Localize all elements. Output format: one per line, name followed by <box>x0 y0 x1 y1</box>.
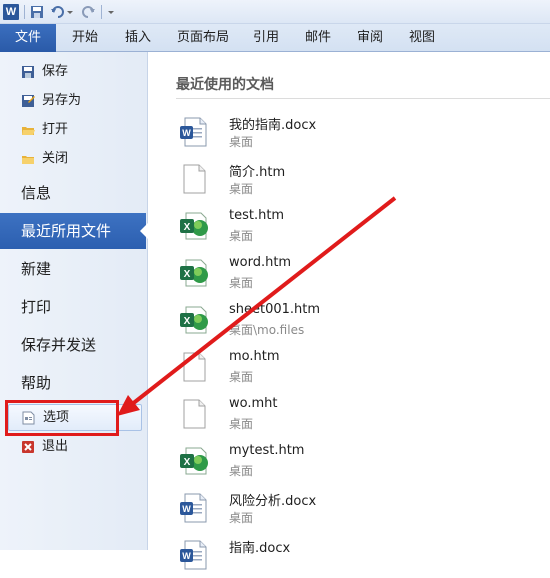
svg-text:X: X <box>184 269 191 280</box>
nav-item-label: 打开 <box>42 122 69 137</box>
recent-document-item[interactable]: Xword.htm 桌面 <box>178 249 538 296</box>
undo-icon[interactable] <box>50 4 64 20</box>
exit-icon <box>22 441 34 453</box>
document-path: 桌面 <box>229 229 254 243</box>
tab-home[interactable]: 开始 <box>72 24 98 52</box>
heading-divider <box>176 98 550 99</box>
excel-file-icon: X <box>178 257 210 289</box>
blank-file-icon <box>178 351 210 383</box>
document-path: 桌面 <box>229 135 254 149</box>
document-name: test.htm <box>229 208 285 223</box>
nav-item-label: 信息 <box>21 184 52 202</box>
close-folder-icon <box>22 156 34 164</box>
save-as-icon <box>22 95 35 107</box>
recent-document-item[interactable]: Xmytest.htm 桌面 <box>178 437 538 484</box>
nav-item-label: 帮助 <box>21 374 52 392</box>
nav-item-label: 打印 <box>21 298 52 316</box>
svg-text:W: W <box>182 128 191 138</box>
excel-file-icon: X <box>178 304 210 336</box>
save-icon[interactable] <box>30 4 44 20</box>
nav-item-label: 保存 <box>42 64 69 79</box>
nav-item-info[interactable]: 信息 <box>0 175 146 211</box>
recent-documents-panel: 最近使用的文档 W 我的指南.docx 桌面 简介.htm 桌面 Xtest.htm 桌面 X… <box>148 52 550 570</box>
nav-item-open[interactable]: 打开 <box>0 117 146 143</box>
svg-text:X: X <box>184 222 191 233</box>
recent-document-item[interactable]: W 指南.docx <box>178 531 538 578</box>
tab-insert[interactable]: 插入 <box>125 24 151 52</box>
nav-item-label: 选项 <box>43 410 70 425</box>
nav-item-label: 最近所用文件 <box>21 222 112 240</box>
excel-file-icon: X <box>178 445 210 477</box>
tab-file[interactable]: 文件 <box>0 24 56 52</box>
customize-toolbar-icon[interactable] <box>108 11 114 14</box>
svg-text:W: W <box>182 551 191 561</box>
nav-item-save[interactable]: 保存 <box>0 59 146 85</box>
save-icon <box>22 66 34 78</box>
word-doc-icon: W <box>178 492 210 524</box>
recent-document-item[interactable]: Xsheet001.htm 桌面\mo.files <box>178 296 538 343</box>
document-name: 简介.htm <box>229 165 286 180</box>
options-doc-icon <box>22 411 35 425</box>
document-name: mytest.htm <box>229 443 305 458</box>
recent-document-item[interactable]: 简介.htm 桌面 <box>178 155 538 202</box>
document-path: 桌面 <box>229 370 254 384</box>
word-doc-icon: W <box>178 116 210 148</box>
document-path: 桌面\mo.files <box>229 323 305 337</box>
document-name: sheet001.htm <box>229 302 321 317</box>
word-app-icon[interactable]: W <box>3 4 19 20</box>
nav-item-label: 保存并发送 <box>21 336 97 354</box>
nav-item-help[interactable]: 帮助 <box>0 365 146 401</box>
recent-document-item[interactable]: W 风险分析.docx 桌面 <box>178 484 538 531</box>
recent-document-item[interactable]: W 我的指南.docx 桌面 <box>178 108 538 155</box>
tab-page-layout[interactable]: 页面布局 <box>177 24 229 52</box>
blank-file-icon <box>178 163 210 195</box>
recent-document-item[interactable]: Xtest.htm 桌面 <box>178 202 538 249</box>
document-name: 我的指南.docx <box>229 118 317 133</box>
tab-mailings[interactable]: 邮件 <box>305 24 331 52</box>
tab-view[interactable]: 视图 <box>409 24 435 52</box>
nav-item-label: 退出 <box>42 439 69 454</box>
backstage-nav: 保存 另存为 打开 关闭 信息 最近所用文件 新建 打印 保存并发送 帮助 退出 <box>0 52 148 550</box>
nav-item-save-and-send[interactable]: 保存并发送 <box>0 327 146 363</box>
recent-document-item[interactable]: wo.mht 桌面 <box>178 390 538 437</box>
document-name: mo.htm <box>229 349 280 364</box>
undo-dropdown-icon[interactable] <box>67 11 73 14</box>
svg-text:W: W <box>182 504 191 514</box>
excel-file-icon: X <box>178 210 210 242</box>
document-name: wo.mht <box>229 396 278 411</box>
nav-item-label: 新建 <box>21 260 52 278</box>
nav-item-save-as[interactable]: 另存为 <box>0 88 146 114</box>
svg-text:X: X <box>184 316 191 327</box>
tab-references[interactable]: 引用 <box>253 24 279 52</box>
nav-item-recent[interactable]: 最近所用文件 <box>0 213 148 249</box>
nav-item-label: 关闭 <box>42 151 69 166</box>
ribbon-tab-bar: 文件 开始 插入 页面布局 引用 邮件 审阅 视图 <box>0 24 550 52</box>
document-path: 桌面 <box>229 182 254 196</box>
word-doc-icon: W <box>178 539 210 571</box>
nav-item-options[interactable]: 选项 <box>8 404 142 431</box>
nav-item-exit[interactable]: 退出 <box>0 434 146 460</box>
document-name: 指南.docx <box>229 541 291 556</box>
toolbar-divider <box>24 5 25 19</box>
tab-review[interactable]: 审阅 <box>357 24 383 52</box>
blank-file-icon <box>178 398 210 430</box>
toolbar-divider <box>101 5 102 19</box>
svg-text:X: X <box>184 457 191 468</box>
document-name: 风险分析.docx <box>229 494 317 509</box>
quick-access-toolbar: W <box>0 0 550 24</box>
nav-item-close[interactable]: 关闭 <box>0 146 146 172</box>
nav-item-new[interactable]: 新建 <box>0 251 146 287</box>
nav-item-label: 另存为 <box>42 93 82 108</box>
document-path: 桌面 <box>229 276 254 290</box>
document-path: 桌面 <box>229 511 254 525</box>
document-name: word.htm <box>229 255 292 270</box>
nav-item-print[interactable]: 打印 <box>0 289 146 325</box>
redo-icon[interactable] <box>82 4 96 20</box>
open-folder-icon <box>22 127 35 135</box>
document-path: 桌面 <box>229 417 254 431</box>
recent-document-item[interactable]: mo.htm 桌面 <box>178 343 538 390</box>
recent-documents-heading: 最近使用的文档 <box>176 77 274 93</box>
document-path: 桌面 <box>229 464 254 478</box>
